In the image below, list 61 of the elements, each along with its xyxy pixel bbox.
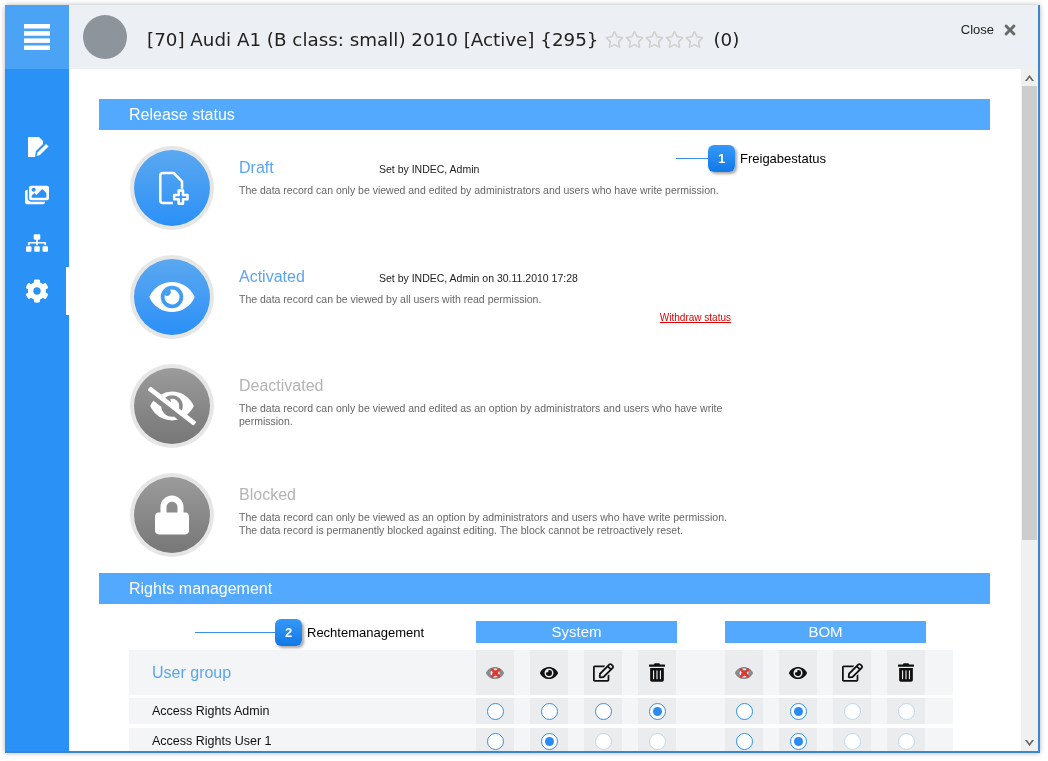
close-button[interactable]: Close: [960, 20, 1017, 40]
star-icon[interactable]: [685, 30, 705, 49]
radio-button[interactable]: [789, 702, 807, 720]
scroll-down-icon[interactable]: [1025, 740, 1034, 746]
column-header: User group: [152, 662, 232, 683]
status-description: The data record can be viewed by all users with read permission.: [239, 293, 543, 306]
menu-button[interactable]: [5, 5, 69, 69]
scroll-up-icon[interactable]: [1025, 75, 1034, 81]
leader-line: [676, 158, 708, 159]
radio-button[interactable]: [735, 732, 753, 750]
settings-icon: [25, 279, 49, 303]
section-header: Rights management: [99, 573, 990, 604]
hierarchy-icon: [26, 233, 48, 253]
status-description: The data record can only be viewed and edited as an option by administrators and users who have write permission.: [239, 402, 724, 428]
photo-placeholder: [83, 15, 127, 59]
scrollbar-thumb[interactable]: [1022, 86, 1037, 540]
radio-button[interactable]: [735, 702, 753, 720]
eye-icon: [539, 664, 559, 681]
callout-number: 1: [708, 145, 735, 172]
star-icon[interactable]: [645, 30, 665, 49]
status-title: Blocked: [239, 485, 297, 505]
crossed-eye-icon: [485, 664, 505, 681]
trash-icon: [898, 663, 914, 682]
status-description: The data record can only be viewed as an option by administrators and users who have write permission. The data record is permanently blocked against editing. The block cannot be retroactively reset.: [239, 511, 728, 537]
rating-count: (0): [713, 27, 740, 52]
eye-icon: [788, 664, 808, 681]
radio-button[interactable]: [486, 702, 504, 720]
callout-label: Rechtemanagement: [307, 623, 425, 642]
status-title: Draft: [239, 158, 275, 178]
star-icon[interactable]: [605, 30, 625, 49]
radio-button[interactable]: [594, 702, 612, 720]
radio-button[interactable]: [540, 702, 558, 720]
edit-icon: [841, 663, 863, 682]
star-rating[interactable]: [605, 30, 705, 49]
star-icon[interactable]: [625, 30, 645, 49]
radio-button[interactable]: [486, 732, 504, 750]
edit-document-icon: [25, 135, 49, 159]
withdraw-status-link[interactable]: Withdraw status: [659, 311, 731, 324]
callout-label: Freigabestatus: [740, 149, 826, 168]
user-group-name: Access Rights Admin: [152, 704, 270, 718]
status-title: Activated: [239, 267, 306, 287]
radio-button[interactable]: [648, 702, 666, 720]
callout-number: 2: [275, 619, 302, 646]
crossed-eye-icon: [734, 664, 754, 681]
trash-icon: [649, 663, 665, 682]
record-title: [70] Audi A1 (B class: small) 2010 [Active] {295}: [147, 27, 599, 52]
menu-icon: [24, 24, 50, 50]
status-title: Deactivated: [239, 376, 325, 396]
close-icon: [1003, 22, 1017, 38]
images-icon: [25, 184, 49, 206]
status-set-by: Set by INDEC, Admin on 30.11.2010 17:28: [379, 271, 578, 287]
user-group-name: Access Rights User 1: [152, 734, 272, 748]
radio-button[interactable]: [789, 732, 807, 750]
status-description: The data record can only be viewed and edited by administrators and users who have write permission.: [239, 184, 720, 197]
group-header: BOM: [725, 621, 926, 643]
edit-icon: [592, 663, 614, 682]
status-set-by: Set by INDEC, Admin: [379, 162, 480, 178]
star-icon[interactable]: [665, 30, 685, 49]
group-header: System: [476, 621, 677, 643]
section-header: Release status: [99, 99, 990, 130]
radio-button[interactable]: [540, 732, 558, 750]
